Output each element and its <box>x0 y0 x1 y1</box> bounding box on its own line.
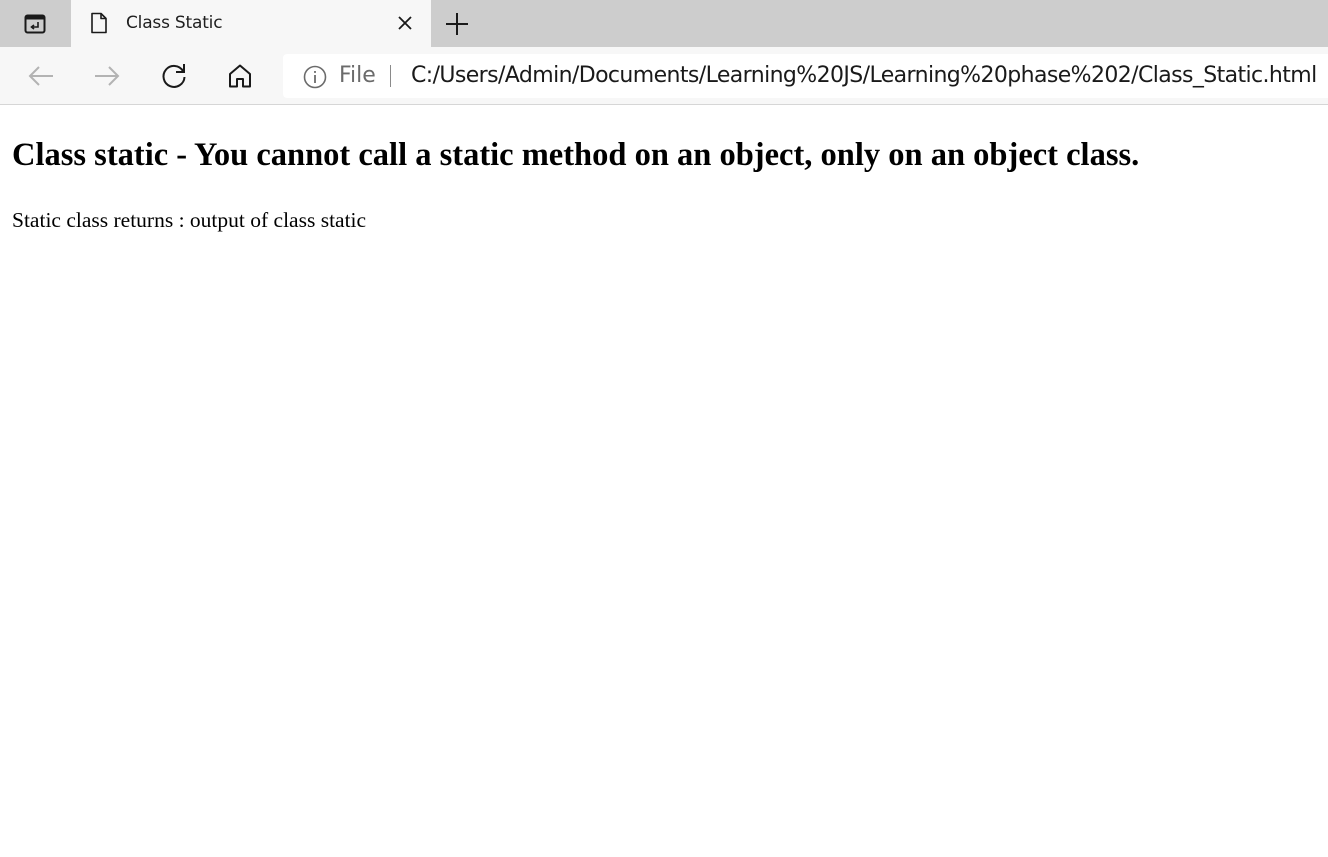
back-button[interactable] <box>26 61 56 91</box>
address-bar[interactable]: File C:/Users/Admin/Documents/Learning%2… <box>283 54 1328 98</box>
page-heading: Class static - You cannot call a static … <box>12 137 1140 173</box>
info-icon[interactable] <box>303 65 327 89</box>
url-text[interactable]: C:/Users/Admin/Documents/Learning%20JS/L… <box>411 63 1317 88</box>
close-icon <box>398 16 412 30</box>
toolbar: File C:/Users/Admin/Documents/Learning%2… <box>0 47 1328 105</box>
tab-title: Class Static <box>126 13 223 33</box>
new-tab-button[interactable] <box>443 10 471 38</box>
refresh-button[interactable] <box>159 61 189 91</box>
home-icon <box>229 64 251 88</box>
tab-class-static[interactable]: Class Static <box>71 0 431 47</box>
tab-actions-icon <box>24 14 46 33</box>
address-separator <box>390 65 391 87</box>
scheme-label: File <box>339 63 376 88</box>
plus-icon <box>446 13 468 35</box>
page-icon <box>91 12 107 34</box>
tab-actions-button[interactable] <box>0 0 70 47</box>
tab-strip: Class Static <box>0 0 1328 47</box>
refresh-icon <box>162 64 186 88</box>
page-paragraph: Static class returns : output of class s… <box>12 208 367 232</box>
page-content: Class static - You cannot call a static … <box>0 106 1328 857</box>
forward-arrow-icon <box>95 66 120 86</box>
close-tab-button[interactable] <box>395 13 415 33</box>
home-button[interactable] <box>225 61 255 91</box>
forward-button[interactable] <box>92 61 122 91</box>
back-arrow-icon <box>28 66 53 86</box>
browser-window: Class Static File C:/Users/Admin/Documen… <box>0 0 1328 857</box>
